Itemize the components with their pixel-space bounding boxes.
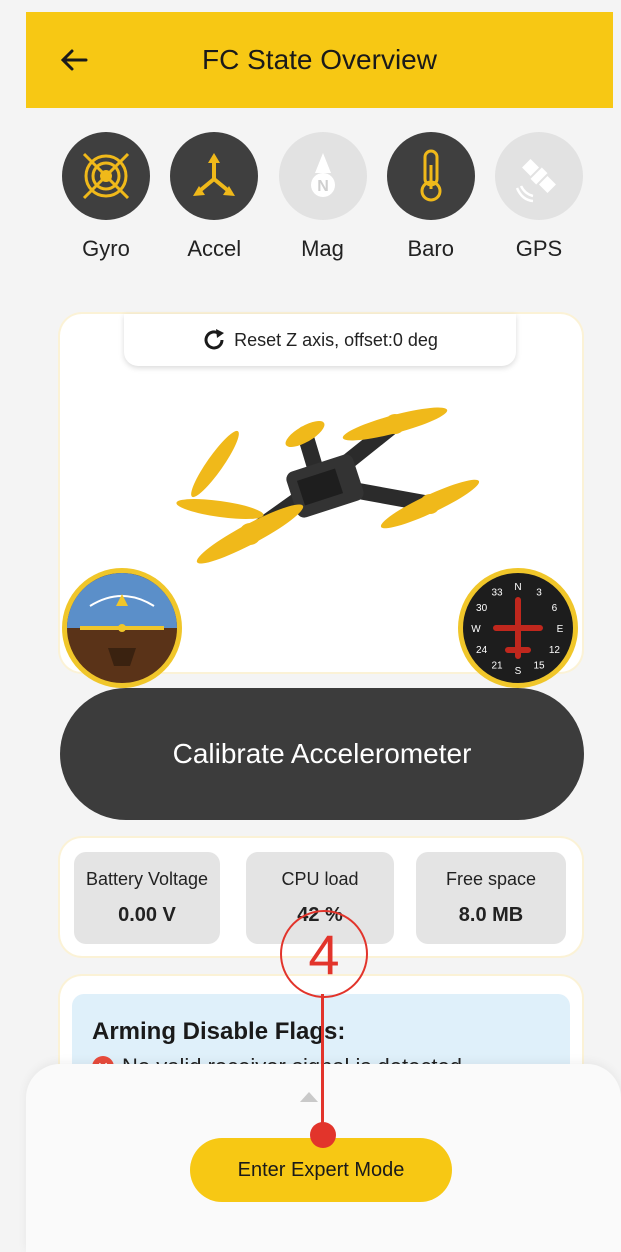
gps-icon-badge <box>495 132 583 220</box>
reset-z-axis-label: Reset Z axis, offset:0 deg <box>234 329 438 350</box>
stat-label: Free space <box>445 869 537 889</box>
sensor-status-row: Gyro Accel N Mag Baro GPS <box>60 132 585 262</box>
annotation-line <box>321 994 324 1128</box>
compass-label: 21 <box>491 660 503 671</box>
satellite-icon <box>515 159 556 203</box>
stat-label: CPU load <box>281 869 359 889</box>
free-space-stat: Free space 8.0 MB <box>416 852 566 944</box>
sensor-gps[interactable]: GPS <box>493 132 585 262</box>
annotation-callout: 4 <box>280 910 368 998</box>
drone-orientation-card: Reset Z axis, offset:0 deg N 3 6 E 12 15… <box>60 314 582 688</box>
compass-label: 12 <box>549 645 561 656</box>
sensor-label: Accel <box>187 236 242 261</box>
compass-icon: N <box>310 153 335 197</box>
page-title: FC State Overview <box>202 44 437 75</box>
heading-indicator: N 36 E 12 15 S 2124 W 3033 <box>458 568 578 688</box>
svg-text:N: N <box>317 178 329 195</box>
mag-icon-badge: N <box>278 132 367 220</box>
compass-label: W <box>471 624 481 635</box>
gyro-icon <box>82 152 130 200</box>
compass-label: 33 <box>491 588 503 599</box>
compass-label: 3 <box>536 588 542 599</box>
sensor-baro[interactable]: Baro <box>385 132 477 262</box>
stat-value: 8.0 MB <box>458 904 524 926</box>
sensor-gyro[interactable]: Gyro <box>60 132 152 262</box>
compass-label: 6 <box>552 603 558 614</box>
stat-label: Battery Voltage <box>85 869 209 889</box>
compass-label: E <box>557 624 564 635</box>
attitude-indicator <box>62 568 182 688</box>
calibrate-accelerometer-button[interactable]: Calibrate Accelerometer <box>60 688 584 820</box>
thermometer-icon <box>420 149 442 202</box>
sensor-label: GPS <box>515 236 563 261</box>
accel-icon-badge <box>170 132 259 220</box>
arming-flags-title: Arming Disable Flags: <box>92 1018 346 1045</box>
sensor-label: Mag <box>301 236 344 261</box>
refresh-icon <box>204 329 225 350</box>
compass-label: S <box>515 666 522 677</box>
compass-label: 24 <box>476 645 488 656</box>
drone-model-image <box>176 407 480 564</box>
sensor-label: Baro <box>407 236 454 261</box>
sheet-expand-icon[interactable] <box>300 1092 318 1102</box>
reset-z-axis-button[interactable]: Reset Z axis, offset:0 deg <box>124 314 516 366</box>
compass-label: 15 <box>533 660 545 671</box>
stat-value: 0.00 V <box>118 904 176 926</box>
sensor-accel[interactable]: Accel <box>168 132 260 262</box>
battery-voltage-stat: Battery Voltage 0.00 V <box>74 852 220 944</box>
sensor-label: Gyro <box>82 236 130 261</box>
compass-label: 30 <box>476 603 488 614</box>
sensor-mag[interactable]: N Mag <box>277 132 369 262</box>
accel-icon <box>193 153 236 196</box>
compass-label: N <box>514 582 521 593</box>
gyro-icon-badge <box>62 132 150 220</box>
annotation-dot <box>310 1122 336 1148</box>
app-header: FC State Overview <box>26 12 613 108</box>
baro-icon-badge <box>386 132 475 220</box>
